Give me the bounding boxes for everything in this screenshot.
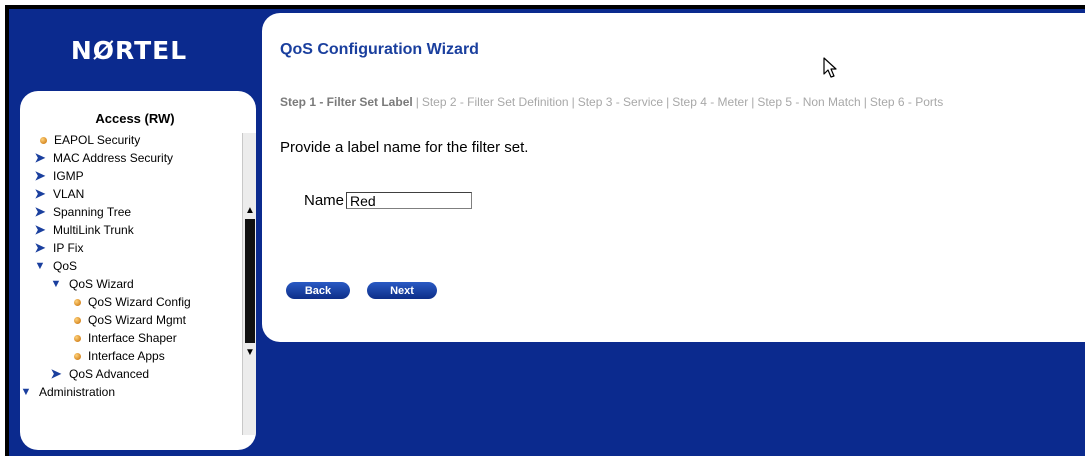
nav-item-label: EAPOL Security: [54, 133, 141, 147]
nav-item-interface-shaper[interactable]: Interface Shaper: [71, 329, 177, 347]
nav-item-label: Interface Apps: [88, 349, 165, 363]
nav-item-ip-fix[interactable]: ➤ IP Fix: [33, 239, 84, 257]
nav-item-label: VLAN: [53, 187, 85, 201]
nav-item-label: QoS: [53, 259, 78, 273]
nav-item-qos-wizard-config[interactable]: QoS Wizard Config: [71, 293, 191, 311]
page-title: QoS Configuration Wizard: [280, 41, 479, 58]
nav-item-label: QoS Wizard Config: [88, 295, 191, 309]
nav-item-qos[interactable]: ▼ QoS: [33, 257, 77, 275]
arrow-right-icon: ➤: [34, 222, 46, 237]
nav-item-spanning-tree[interactable]: ➤ Spanning Tree: [33, 203, 132, 221]
bullet-icon: [74, 298, 81, 306]
arrow-right-icon: ➤: [34, 168, 46, 183]
bullet-icon: [74, 352, 81, 360]
step-separator: |: [751, 95, 755, 109]
mouse-cursor-icon: [823, 57, 837, 78]
nav-item-multilink-trunk[interactable]: ➤ MultiLink Trunk: [33, 221, 134, 239]
nav-item-administration[interactable]: ▼ Administration: [20, 383, 115, 401]
nav-item-label: MAC Address Security: [53, 151, 174, 165]
scroll-down-arrow-icon[interactable]: ▼: [243, 343, 256, 361]
nortel-logo: NØRTEL: [70, 35, 188, 65]
nav-item-label: Interface Shaper: [88, 331, 177, 345]
nav-item-label: QoS Advanced: [69, 367, 150, 381]
navigation-panel: Access (RW) EAPOL Security ➤ MAC Address…: [20, 91, 256, 450]
nav-item-interface-apps[interactable]: Interface Apps: [71, 347, 165, 365]
app-background: NØRTEL Access (RW) EAPOL Security ➤ MAC …: [9, 9, 1085, 456]
nav-item-vlan[interactable]: ➤ VLAN: [33, 185, 85, 203]
nav-item-qos-wizard-mgmt[interactable]: QoS Wizard Mgmt: [71, 311, 186, 329]
arrow-right-icon: ➤: [34, 204, 46, 219]
nav-item-label: IGMP: [53, 169, 84, 183]
bullet-icon: [74, 316, 81, 324]
chevron-down-icon: ▼: [20, 386, 32, 398]
scroll-up-arrow-icon[interactable]: ▲: [243, 201, 256, 219]
nav-item-label: QoS Wizard Mgmt: [88, 313, 187, 327]
nav-item-mac-address-security[interactable]: ➤ MAC Address Security: [33, 149, 174, 167]
step-1-link[interactable]: Step 1 - Filter Set Label: [280, 95, 413, 109]
step-5-link[interactable]: Step 5 - Non Match: [757, 95, 860, 109]
nav-item-label: Administration: [39, 385, 116, 399]
next-button[interactable]: Next: [367, 282, 437, 299]
bullet-icon: [40, 136, 47, 144]
arrow-right-icon: ➤: [34, 150, 46, 165]
access-mode-title: Access (RW): [95, 111, 175, 126]
main-content: QoS Configuration Wizard Step 1 - Filter…: [262, 13, 1085, 342]
nav-item-igmp[interactable]: ➤ IGMP: [33, 167, 84, 185]
nav-item-label: QoS Wizard: [69, 277, 134, 291]
nav-scrollbar[interactable]: ▲ ▼: [242, 133, 256, 435]
step-separator: |: [666, 95, 670, 109]
nav-item-label: Spanning Tree: [53, 205, 132, 219]
bullet-icon: [74, 334, 81, 342]
step-2-link[interactable]: Step 2 - Filter Set Definition: [422, 95, 569, 109]
arrow-right-icon: ➤: [34, 186, 46, 201]
step-separator: |: [863, 95, 867, 109]
step-separator: |: [415, 95, 419, 109]
arrow-right-icon: ➤: [50, 366, 62, 381]
nav-item-qos-wizard[interactable]: ▼ QoS Wizard: [49, 275, 134, 293]
name-field-row: Name: [304, 192, 473, 209]
nav-item-qos-advanced[interactable]: ➤ QoS Advanced: [49, 365, 150, 383]
instruction-text: Provide a label name for the filter set.: [280, 139, 529, 156]
nav-item-label: IP Fix: [53, 241, 84, 255]
scroll-thumb[interactable]: [245, 219, 255, 343]
name-label: Name: [304, 192, 345, 209]
wizard-steps: Step 1 - Filter Set Label | Step 2 - Filte…: [280, 95, 943, 109]
filter-set-name-input[interactable]: [346, 192, 473, 209]
chevron-down-icon: ▼: [34, 260, 46, 272]
nav-item-eapol-security[interactable]: EAPOL Security: [37, 131, 140, 149]
step-6-link[interactable]: Step 6 - Ports: [870, 95, 943, 109]
step-separator: |: [571, 95, 575, 109]
back-button[interactable]: Back: [286, 282, 350, 299]
step-4-link[interactable]: Step 4 - Meter: [672, 95, 748, 109]
nav-item-label: MultiLink Trunk: [53, 223, 134, 237]
step-3-link[interactable]: Step 3 - Service: [578, 95, 663, 109]
arrow-right-icon: ➤: [34, 240, 46, 255]
chevron-down-icon: ▼: [50, 278, 62, 290]
